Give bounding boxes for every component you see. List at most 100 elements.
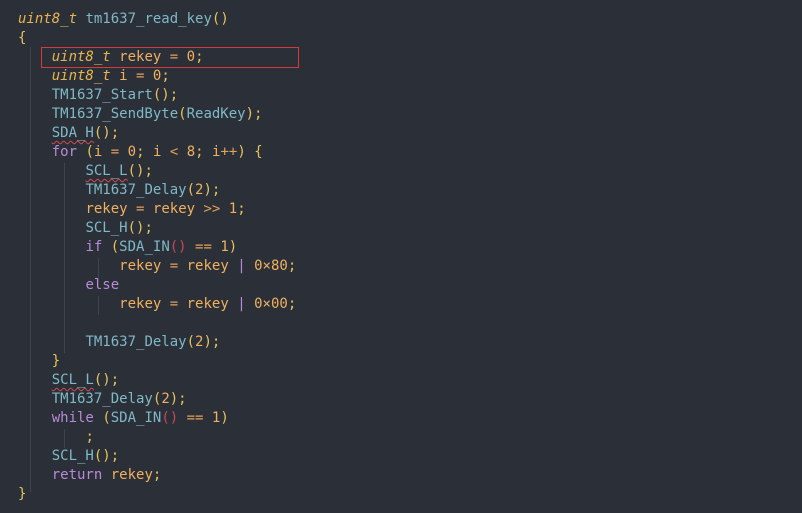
code-token: 1 — [228, 201, 238, 217]
code-token: SDA_IN — [119, 239, 170, 255]
code-token: 0 — [127, 144, 137, 160]
code-line: TM1637_Delay(2); — [18, 390, 187, 409]
code-token: (); — [127, 163, 153, 179]
code-token: i — [119, 68, 128, 84]
code-token: for — [51, 144, 78, 160]
code-token: (); — [127, 220, 153, 236]
code-token: ; — [136, 144, 145, 160]
code-line: return rekey; — [18, 466, 162, 485]
code-line: TM1637_Delay(2); — [18, 181, 220, 200]
code-token: uint8_t — [18, 11, 78, 27]
code-token: TM1637_Delay — [51, 391, 153, 407]
code-line: uint8_t tm1637_read_key() — [18, 10, 229, 29]
code-line: uint8_t i = 0; — [18, 67, 170, 86]
code-token: () — [161, 410, 179, 426]
code-token: ); — [245, 106, 263, 122]
code-token: ( — [186, 334, 196, 350]
code-token: == — [195, 239, 212, 255]
code-token: ); — [203, 334, 221, 350]
code-token: == — [186, 410, 204, 426]
code-line: } — [18, 485, 26, 504]
code-token: ( — [186, 182, 196, 198]
code-editor[interactable]: uint8_t tm1637_read_key(){ uint8_t rekey… — [0, 0, 802, 513]
code-token: = — [169, 296, 179, 312]
code-token: ); — [169, 391, 187, 407]
code-token: } — [51, 353, 61, 369]
code-token: SCL_L — [51, 372, 94, 388]
code-token: if — [85, 239, 103, 255]
code-token: uint8_t — [51, 68, 111, 84]
code-token: rekey — [186, 296, 229, 312]
code-line: else — [18, 276, 119, 295]
code-token: (); — [93, 448, 120, 464]
code-token: SDA_IN — [110, 410, 162, 426]
code-token: () — [211, 11, 229, 27]
code-token: ; — [287, 258, 297, 274]
code-token: TM1637_SendByte — [51, 106, 179, 122]
code-token: ( — [178, 106, 187, 122]
code-token: ) — [237, 144, 246, 160]
code-line: while (SDA_IN() == 1) — [18, 409, 229, 428]
code-token: rekey — [186, 258, 229, 274]
selection-highlight-box — [41, 47, 299, 68]
code-line: for (i = 0; i < 8; i++) { — [18, 143, 263, 162]
code-line: SDA_H(); — [18, 124, 119, 143]
code-line: rekey = rekey | 0×80; — [18, 257, 296, 276]
code-line: ; — [18, 428, 93, 447]
code-token: { — [18, 30, 27, 46]
code-token: 2 — [161, 391, 170, 407]
code-token: 0×80 — [254, 258, 288, 274]
code-token: ( — [85, 144, 94, 160]
code-token: ); — [203, 182, 221, 198]
code-line: TM1637_Delay(2); — [18, 333, 220, 352]
code-token: while — [51, 410, 94, 426]
code-line: SCL_L(); — [18, 162, 153, 181]
code-token: ++ — [220, 144, 238, 160]
code-token: | — [237, 296, 246, 312]
code-token: < — [169, 144, 179, 160]
code-token: TM1637_Start — [51, 87, 153, 103]
code-token: } — [18, 486, 27, 502]
code-token: 0×00 — [254, 296, 288, 312]
code-token: | — [237, 258, 246, 274]
code-token: TM1637_Delay — [85, 182, 187, 198]
code-token: 8 — [186, 144, 196, 160]
code-token: rekey — [85, 201, 128, 217]
code-token: rekey — [152, 201, 196, 217]
code-line: SCL_H(); — [18, 447, 119, 466]
code-line: rekey = rekey | 0×00; — [18, 295, 296, 314]
code-token: SCL_L — [85, 163, 128, 179]
code-token: () — [169, 239, 187, 255]
